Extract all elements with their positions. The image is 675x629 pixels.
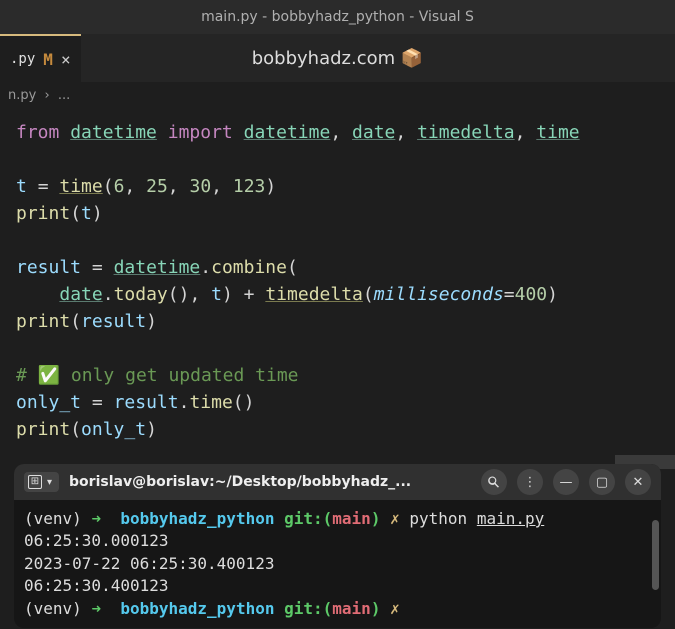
terminal-line: 06:25:30.400123 [24,575,651,597]
terminal-output[interactable]: (venv) ➜ bobbyhadz_python git:(main) ✗ p… [14,500,661,628]
tab-close-icon[interactable]: × [61,50,71,69]
breadcrumb-file: n.py [8,88,36,103]
code-line [16,335,659,362]
code-editor[interactable]: from datetime import datetime, date, tim… [0,109,675,453]
tab-bar: .py M × bobbyhadz.com 📦 [0,34,675,82]
code-line: print(t) [16,200,659,227]
breadcrumb-rest: ... [58,88,70,103]
breadcrumb[interactable]: n.py › ... [0,82,675,109]
code-line: print(only_t) [16,416,659,443]
close-button[interactable]: ✕ [625,469,651,495]
terminal-title: borislav@borislav:~/Desktop/bobbyhadz_..… [69,474,471,490]
tab-modified-badge: M [43,50,53,69]
chevron-down-icon: ▾ [44,477,55,488]
menu-button[interactable]: ⋮ [517,469,543,495]
code-line: from datetime import datetime, date, tim… [16,119,659,146]
code-line: t = time(6, 25, 30, 123) [16,173,659,200]
code-line: result = datetime.combine( [16,254,659,281]
code-line [16,227,659,254]
window-titlebar: main.py - bobbyhadz_python - Visual S [0,0,675,34]
code-line: # ✅ only get updated time [16,362,659,389]
scrollbar-thumb[interactable] [652,520,659,590]
close-icon: ✕ [633,475,644,490]
maximize-button[interactable]: ▢ [589,469,615,495]
maximize-icon: ▢ [596,475,608,490]
terminal-line: (venv) ➜ bobbyhadz_python git:(main) ✗ p… [24,508,651,530]
tab-filename: .py [10,51,35,67]
editor-tab-main[interactable]: .py M × [0,34,81,82]
minimize-icon: — [560,475,573,490]
minimize-button[interactable]: — [553,469,579,495]
terminal-panel: ▾ borislav@borislav:~/Desktop/bobbyhadz_… [14,464,661,628]
terminal-line: 2023-07-22 06:25:30.400123 [24,553,651,575]
terminal-titlebar: ▾ borislav@borislav:~/Desktop/bobbyhadz_… [14,464,661,500]
search-button[interactable] [481,469,507,495]
terminal-line: (venv) ➜ bobbyhadz_python git:(main) ✗ [24,598,651,620]
terminal-line: 06:25:30.000123 [24,530,651,552]
kebab-icon: ⋮ [524,475,537,490]
code-line [16,146,659,173]
code-line: date.today(), t) + timedelta(millisecond… [16,281,659,308]
terminal-icon [28,475,42,489]
search-icon [487,475,501,489]
code-line: print(result) [16,308,659,335]
terminal-new-tab-button[interactable]: ▾ [24,472,59,492]
window-title: main.py - bobbyhadz_python - Visual S [201,9,474,25]
watermark-overlay: bobbyhadz.com 📦 [252,48,424,69]
code-line: only_t = result.time() [16,389,659,416]
chevron-right-icon: › [44,88,49,103]
